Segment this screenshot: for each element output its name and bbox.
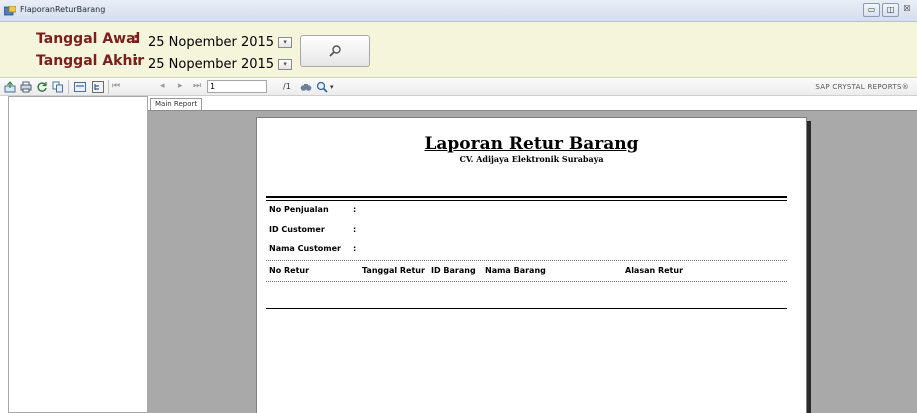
last-page-button[interactable]: ⏭	[193, 81, 201, 91]
group-tree-panel[interactable]	[8, 96, 148, 413]
title-bar: FlaporanReturBarang ▭ ◫ ☒	[0, 0, 917, 22]
tab-main-report[interactable]: Main Report	[150, 98, 203, 110]
report-preview-area[interactable]: Laporan Retur Barang CV. Adijaya Elektro…	[148, 110, 917, 413]
field-colon: :	[353, 225, 357, 234]
column-header-tanggal-retur: Tanggal Retur	[362, 266, 425, 275]
report-title: Laporan Retur Barang	[424, 134, 639, 154]
header-divider	[266, 196, 787, 198]
field-label-id-customer: ID Customer	[269, 225, 325, 234]
start-date-label: Tanggal Awal	[36, 31, 141, 47]
report-subtitle: CV. Adijaya Elektronik Surabaya	[459, 154, 604, 164]
copy-icon[interactable]	[52, 81, 64, 93]
toolbar-separator	[68, 80, 69, 94]
page-total: /1	[283, 82, 291, 91]
next-page-button[interactable]: ▸	[178, 81, 183, 91]
window-title: FlaporanReturBarang	[20, 5, 106, 14]
start-date-colon: :	[133, 31, 139, 47]
minimize-button[interactable]: ▭	[863, 3, 880, 17]
previous-page-button[interactable]: ◂	[160, 81, 165, 91]
report-footer-rule	[266, 308, 787, 309]
column-header-no-retur: No Retur	[269, 266, 310, 275]
column-header-id-barang: ID Barang	[431, 266, 476, 275]
field-label-nama-customer: Nama Customer	[269, 244, 341, 253]
calendar-dropdown-icon[interactable]: ▾	[278, 58, 293, 70]
start-date-value: 25 Nopember 2015	[148, 34, 275, 50]
search-icon	[329, 45, 341, 57]
column-header-top-rule	[266, 260, 787, 261]
calendar-dropdown-icon[interactable]: ▾	[278, 36, 293, 48]
report-tab-strip: Main Report	[148, 96, 917, 110]
field-colon: :	[353, 244, 357, 253]
column-header-bottom-rule	[266, 281, 787, 282]
zoom-dropdown-icon[interactable]: ▾	[330, 83, 334, 91]
close-button[interactable]: ☒	[901, 3, 913, 17]
field-label-no-penjualan: No Penjualan	[269, 205, 329, 214]
print-icon[interactable]	[20, 81, 32, 93]
sap-crystal-reports-logo: SAP CRYSTAL REPORTS®	[815, 83, 909, 91]
parameter-panel: Tanggal Awal : 25 Nopember 2015 ▾ Tangga…	[0, 22, 917, 78]
export-icon[interactable]	[4, 81, 16, 93]
report-viewer-toolbar: ⏮ ◂ ▸ ⏭ 1 /1 ▾ SAP CRYSTAL REPORTS®	[0, 78, 917, 96]
window-controls: ▭ ◫ ☒	[863, 3, 913, 17]
zoom-icon[interactable]	[316, 81, 328, 93]
toolbar-separator	[108, 80, 109, 94]
end-date-label: Tanggal Akhir	[36, 53, 145, 69]
report-page: Laporan Retur Barang CV. Adijaya Elektro…	[256, 117, 807, 413]
end-date-picker[interactable]: 25 Nopember 2015 ▾	[148, 55, 293, 73]
toggle-parameter-panel-icon[interactable]	[74, 81, 86, 93]
find-icon[interactable]	[300, 81, 312, 93]
column-header-nama-barang: Nama Barang	[485, 266, 546, 275]
refresh-icon[interactable]	[36, 81, 48, 93]
toggle-group-tree-icon[interactable]	[92, 81, 104, 93]
start-date-picker[interactable]: 25 Nopember 2015 ▾	[148, 33, 293, 51]
maximize-button[interactable]: ◫	[882, 3, 899, 17]
header-divider-thin	[266, 200, 787, 201]
field-colon: :	[353, 205, 357, 214]
column-header-alasan-retur: Alasan Retur	[625, 266, 684, 275]
search-button[interactable]	[300, 35, 370, 67]
end-date-colon: :	[133, 53, 139, 69]
end-date-value: 25 Nopember 2015	[148, 56, 275, 72]
app-icon	[4, 6, 16, 16]
page-number-input[interactable]: 1	[207, 80, 267, 93]
first-page-button[interactable]: ⏮	[112, 81, 120, 91]
